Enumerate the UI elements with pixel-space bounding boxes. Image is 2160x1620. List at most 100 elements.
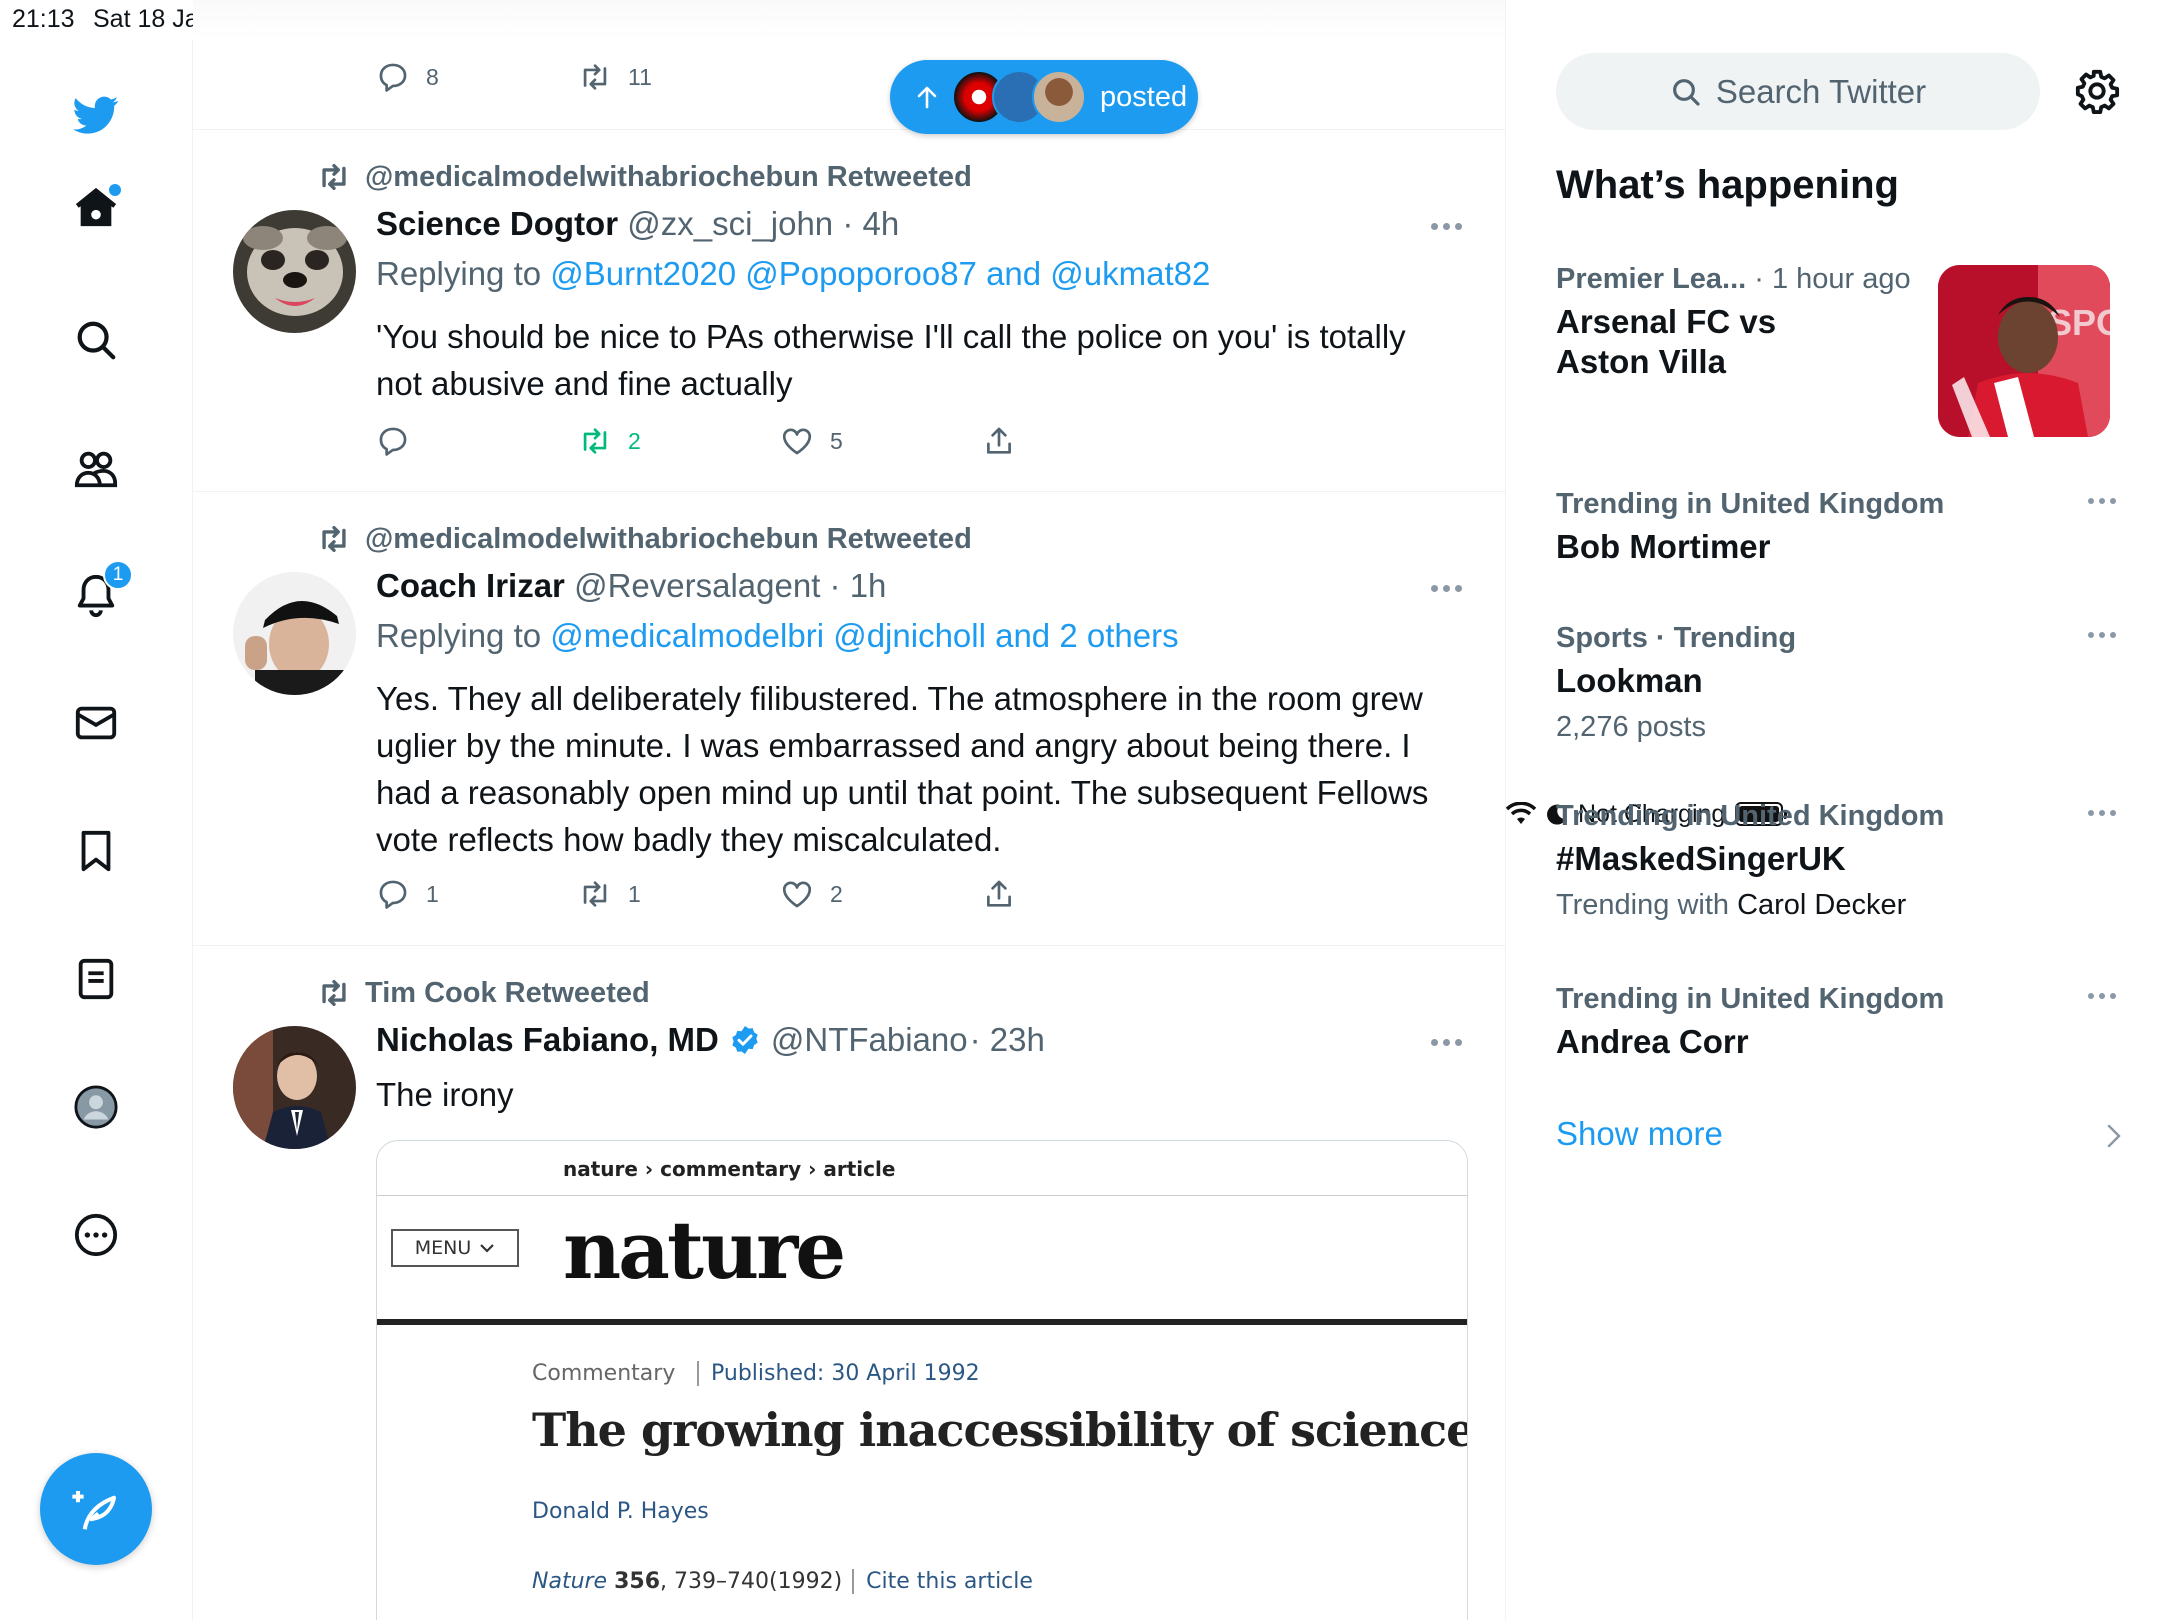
- search-icon: [1672, 78, 1700, 106]
- tweet-more-icon[interactable]: [1431, 223, 1462, 230]
- tweet-partial[interactable]: 8 11: [193, 0, 1505, 130]
- heart-icon: [782, 428, 812, 455]
- article-published: Published: 30 April 1992: [697, 1361, 980, 1386]
- replying-to-links[interactable]: @medicalmodelbri @djnicholl and 2 others: [550, 617, 1178, 654]
- tweet-time[interactable]: · 23h: [970, 1021, 1045, 1059]
- retweet-small-icon: [322, 979, 346, 1007]
- sidebar-item-notifications[interactable]: 1: [71, 560, 133, 620]
- pill-avatars: [952, 70, 1086, 124]
- author-handle[interactable]: @Reversalagent: [574, 567, 820, 604]
- trend-item[interactable]: Trending in United Kingdom Bob Mortimer: [1556, 488, 2116, 567]
- author-name[interactable]: Coach Irizar: [376, 567, 565, 604]
- sidebar-item-lists[interactable]: [71, 954, 121, 1004]
- retweet-icon: [583, 64, 607, 90]
- article-citation: Nature 356, 739–740(1992) Cite this artic…: [532, 1569, 1033, 1594]
- retweet-button[interactable]: 1: [578, 877, 780, 911]
- avatar[interactable]: [233, 1026, 356, 1149]
- envelope-icon: [75, 706, 117, 740]
- retweet-button[interactable]: 2: [578, 424, 780, 458]
- retweet-small-icon: [322, 163, 346, 191]
- bookmark-icon: [81, 830, 111, 872]
- show-more-link[interactable]: Show more: [1556, 1115, 1723, 1153]
- sidebar-nav: 1: [0, 40, 193, 1620]
- new-posts-pill[interactable]: posted: [890, 60, 1198, 134]
- tweet-text: Yes. They all deliberately filibustered.…: [376, 680, 1429, 858]
- sidebar-item-more[interactable]: [71, 1210, 121, 1260]
- home-unread-dot: [109, 184, 121, 196]
- like-button[interactable]: 2: [780, 877, 982, 911]
- author-name[interactable]: Nicholas Fabiano, MD: [376, 1021, 719, 1059]
- retweet-icon: [583, 428, 607, 454]
- divider: [377, 1319, 1467, 1325]
- trend-more-icon[interactable]: [2088, 498, 2116, 504]
- sidebar-item-explore[interactable]: [71, 315, 121, 365]
- replying-to-links[interactable]: @Burnt2020 @Popoporoo87 and @ukmat82: [550, 255, 1210, 292]
- communities-icon: [74, 451, 118, 488]
- retweet-button[interactable]: 11: [578, 60, 780, 94]
- compose-feather-icon: [72, 1491, 117, 1530]
- status-time: 21:13: [12, 5, 75, 33]
- notifications-badge: 1: [103, 560, 133, 590]
- author-name[interactable]: Science Dogtor: [376, 205, 618, 242]
- trend-more-icon[interactable]: [2088, 632, 2116, 638]
- trend-more-icon[interactable]: [2088, 993, 2116, 999]
- nature-menu-button: MENU: [391, 1229, 519, 1267]
- tweet-time[interactable]: · 1h: [830, 567, 887, 604]
- trend-item[interactable]: Premier Lea... · 1 hour ago Arsenal FC v…: [1556, 263, 1976, 382]
- retweet-icon: [583, 881, 607, 907]
- like-button[interactable]: 5: [780, 424, 982, 458]
- more-circle-icon: [74, 1213, 118, 1257]
- share-button[interactable]: [982, 877, 1184, 911]
- gear-icon[interactable]: [2074, 68, 2120, 114]
- search-icon: [77, 321, 116, 360]
- reply-icon: [379, 880, 407, 909]
- tweet-more-icon[interactable]: [1431, 585, 1462, 592]
- tweet-text: The irony: [376, 1076, 514, 1113]
- avatar[interactable]: [233, 210, 356, 333]
- whats-happening-title: What’s happening: [1556, 163, 1899, 207]
- retweet-small-icon: [322, 525, 346, 553]
- share-button[interactable]: [982, 424, 1184, 458]
- trend-item[interactable]: Sports · Trending Lookman 2,276 posts: [1556, 622, 2116, 744]
- replying-to: Replying to @medicalmodelbri @djnicholl …: [376, 617, 1179, 654]
- verified-badge-icon: [732, 1026, 758, 1054]
- trend-item[interactable]: Trending in United Kingdom #MaskedSinger…: [1556, 800, 2116, 922]
- trend-more-icon[interactable]: [2088, 810, 2116, 816]
- tweet-time[interactable]: · 4h: [842, 205, 899, 242]
- trend-item[interactable]: Trending in United Kingdom Andrea Corr: [1556, 983, 2116, 1062]
- reply-icon: [379, 427, 407, 456]
- twitter-logo-icon[interactable]: [71, 90, 121, 140]
- article-type: Commentary: [532, 1361, 676, 1386]
- tweet-science-dogtor[interactable]: @medicalmodelwithabriochebun Retweeted S…: [193, 130, 1505, 492]
- chevron-right-icon[interactable]: [2104, 1122, 2124, 1150]
- retweet-context: @medicalmodelwithabriochebun Retweeted: [317, 160, 972, 194]
- tweet-text: 'You should be nice to PAs otherwise I'l…: [376, 318, 1406, 402]
- replying-to: Replying to @Burnt2020 @Popoporoo87 and …: [376, 255, 1211, 292]
- tweet-coach-irizar[interactable]: @medicalmodelwithabriochebun Retweeted C…: [193, 492, 1505, 946]
- share-icon: [987, 427, 1011, 454]
- compose-tweet-button[interactable]: [40, 1453, 152, 1565]
- heart-icon: [782, 881, 812, 908]
- avatar: [1032, 70, 1086, 124]
- author-handle[interactable]: @zx_sci_john: [627, 205, 833, 242]
- reply-button[interactable]: 1: [376, 877, 578, 911]
- tweet-media-image[interactable]: nature › commentary › article MENU natur…: [376, 1140, 1468, 1620]
- nature-logo: nature: [563, 1203, 846, 1297]
- search-input[interactable]: Search Twitter: [1556, 53, 2040, 130]
- author-handle[interactable]: @NTFabiano: [771, 1021, 968, 1059]
- avatar[interactable]: [233, 572, 356, 695]
- tweet-more-icon[interactable]: [1431, 1039, 1462, 1046]
- reply-button[interactable]: 8: [376, 60, 578, 94]
- list-icon: [78, 958, 114, 1000]
- sidebar-item-communities[interactable]: [71, 443, 121, 493]
- sidebar-item-bookmarks[interactable]: [71, 826, 121, 876]
- share-icon: [987, 880, 1011, 907]
- sidebar-item-profile[interactable]: [71, 1082, 121, 1132]
- trend-thumbnail[interactable]: SPO: [1938, 265, 2110, 437]
- sidebar-item-home[interactable]: [71, 182, 121, 232]
- reply-button[interactable]: [376, 424, 578, 458]
- sidebar-item-messages[interactable]: [71, 698, 121, 748]
- timeline: 8 11 @medicalmodelwithabriochebun Retwee…: [193, 0, 1506, 1620]
- retweet-context: @medicalmodelwithabriochebun Retweeted: [317, 522, 972, 556]
- reply-icon: [379, 63, 407, 92]
